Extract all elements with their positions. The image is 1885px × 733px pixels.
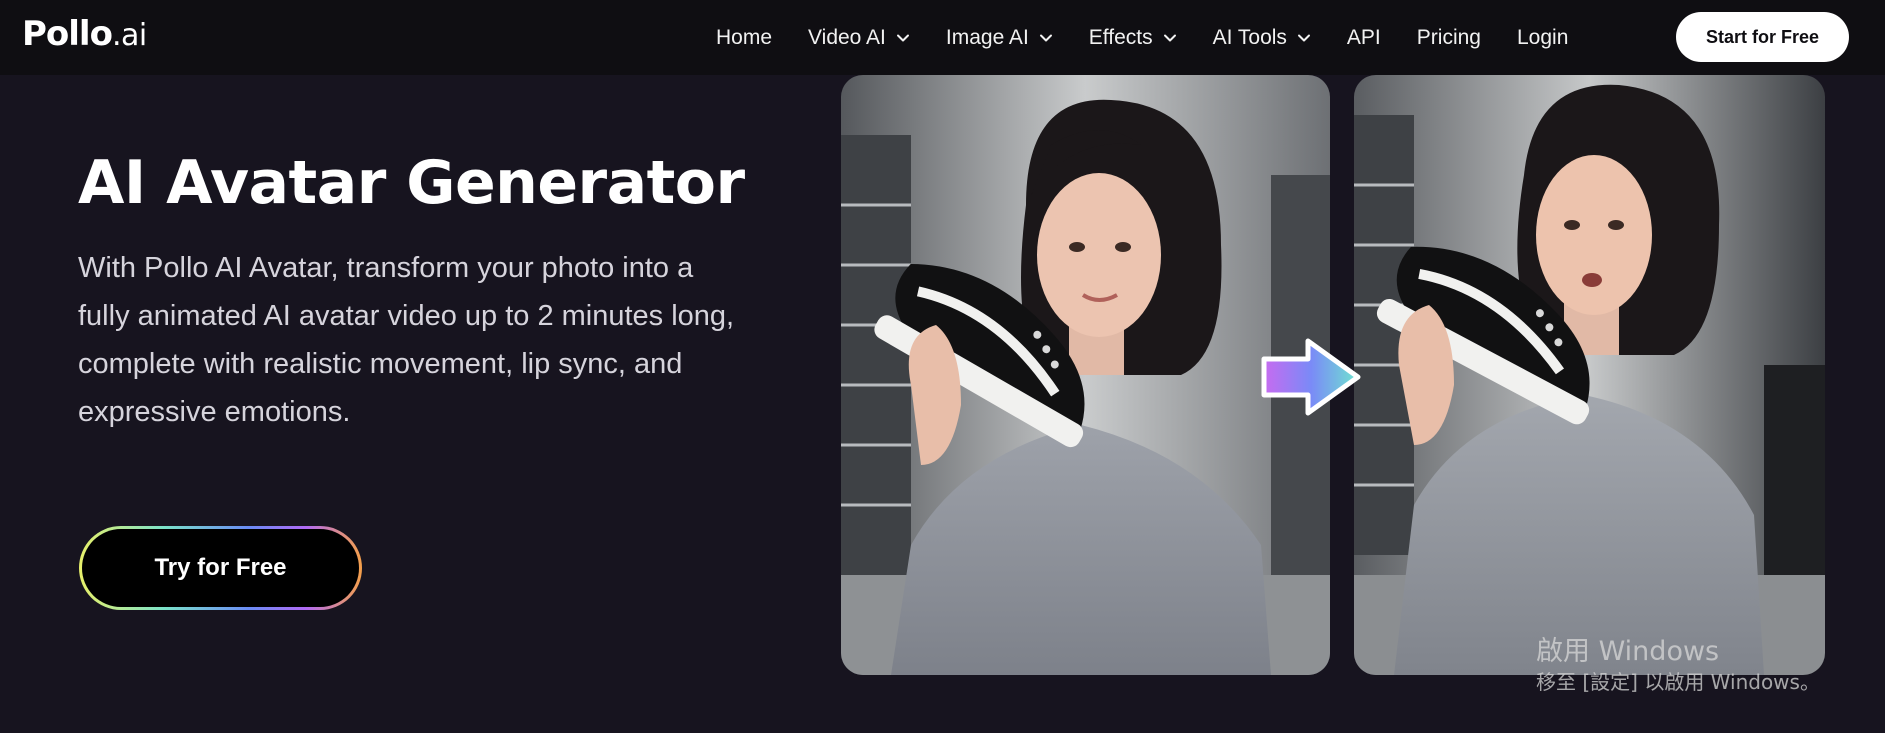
logo-tld-text: .ai: [111, 18, 147, 53]
watermark-line-2: 移至 [設定] 以啟用 Windows。: [1536, 670, 1820, 694]
arrow-right-icon: [1261, 338, 1361, 416]
nav-item-video-ai[interactable]: Video AI: [808, 26, 910, 50]
nav-item-label: Effects: [1088, 25, 1153, 49]
before-photo: [841, 75, 1330, 675]
watermark-line-1: 啟用 Windows: [1536, 636, 1720, 667]
nav-item-label: Home: [716, 25, 773, 49]
chevron-down-icon: [1039, 34, 1052, 41]
chevron-down-icon: [1163, 34, 1176, 41]
chevron-down-icon: [1297, 34, 1310, 41]
try-for-free-button[interactable]: Try for Free: [79, 526, 362, 610]
windows-activation-watermark: 啟用 Windows 移至 [設定] 以啟用 Windows。: [1536, 636, 1820, 696]
nav-item-effects[interactable]: Effects: [1089, 26, 1177, 50]
after-photo: [1354, 75, 1825, 675]
nav-item-login[interactable]: Login: [1517, 26, 1568, 50]
nav-item-ai-tools[interactable]: AI Tools: [1213, 26, 1311, 50]
before-photo-illustration: [841, 75, 1330, 675]
nav-item-home[interactable]: Home: [716, 26, 772, 50]
start-for-free-button[interactable]: Start for Free: [1676, 12, 1849, 62]
nav-item-image-ai[interactable]: Image AI: [946, 26, 1053, 50]
nav-item-label: Login: [1516, 25, 1569, 49]
pollo-logo[interactable]: Pollo .ai: [22, 14, 147, 54]
try-for-free-label: Try for Free: [82, 529, 359, 607]
page-title: AI Avatar Generator: [78, 148, 745, 218]
nav-item-api[interactable]: API: [1347, 26, 1381, 50]
nav-item-label: Video AI: [808, 25, 886, 49]
nav-item-pricing[interactable]: Pricing: [1417, 26, 1481, 50]
nav-item-label: AI Tools: [1212, 25, 1287, 49]
chevron-down-icon: [896, 34, 909, 41]
logo-brand-text: Pollo: [22, 14, 113, 54]
main-nav: Home Video AI Image AI Effects AI Tools …: [716, 0, 1604, 75]
nav-item-label: Pricing: [1416, 25, 1481, 49]
top-navbar: Pollo .ai Home Video AI Image AI Effects…: [0, 0, 1885, 75]
nav-item-label: API: [1346, 25, 1381, 49]
nav-item-label: Image AI: [945, 25, 1029, 49]
after-photo-illustration: [1354, 75, 1825, 675]
hero-description: With Pollo AI Avatar, transform your pho…: [78, 252, 735, 428]
